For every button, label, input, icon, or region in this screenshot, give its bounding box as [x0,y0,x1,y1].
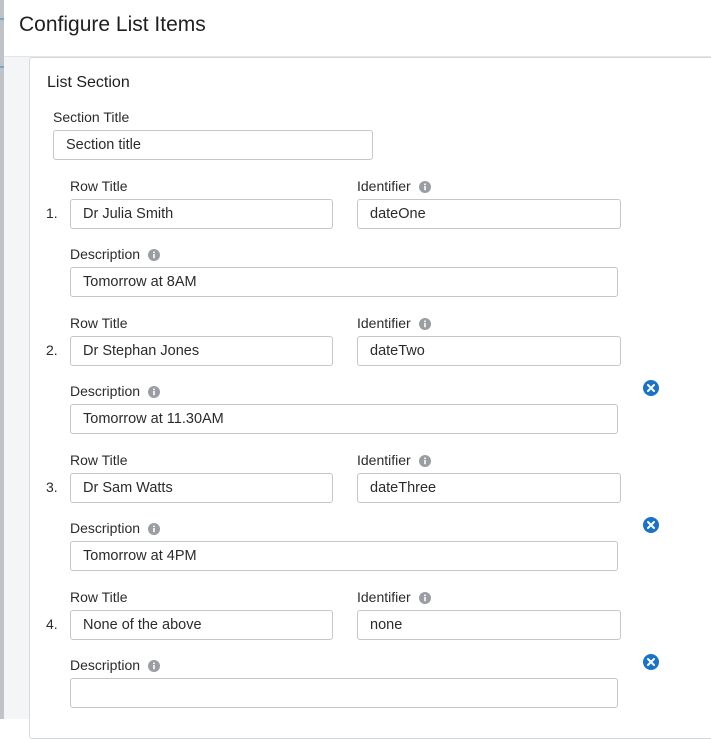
identifier-input[interactable] [357,199,621,229]
description-label-text: Description [70,520,141,536]
info-icon[interactable] [418,317,431,330]
description-label: Description [70,246,161,262]
dialog-header: Configure List Items [4,0,711,57]
section-heading: List Section [47,74,130,91]
info-icon[interactable] [148,522,161,535]
identifier-label-text: Identifier [357,589,411,605]
info-icon[interactable] [148,659,161,672]
description-input[interactable] [70,267,618,297]
section-title-label: Section Title [53,109,130,125]
description-label-text: Description [70,657,141,673]
row-title-label: Row Title [70,178,128,194]
description-input[interactable] [70,404,618,434]
identifier-label: Identifier [357,178,431,194]
remove-row-icon[interactable] [643,517,659,533]
row-title-input[interactable] [70,473,333,503]
identifier-input[interactable] [357,610,621,640]
identifier-label: Identifier [357,315,431,331]
row-number: 3. [46,479,58,495]
info-icon[interactable] [418,454,431,467]
description-input[interactable] [70,541,618,571]
remove-row-icon[interactable] [643,654,659,670]
identifier-label-text: Identifier [357,452,411,468]
description-label-text: Description [70,246,141,262]
row-number: 4. [46,616,58,632]
dialog-body: List Section Section Title Row Title Iden… [4,57,711,739]
identifier-label-text: Identifier [357,315,411,331]
info-icon[interactable] [418,180,431,193]
identifier-label: Identifier [357,452,431,468]
row-number: 2. [46,342,58,358]
row-title-label: Row Title [70,452,128,468]
info-icon[interactable] [148,385,161,398]
page-title: Configure List Items [19,13,206,36]
row-title-label: Row Title [70,589,128,605]
row-title-input[interactable] [70,610,333,640]
description-label: Description [70,383,161,399]
description-label: Description [70,657,161,673]
row-title-label: Row Title [70,315,128,331]
description-input[interactable] [70,678,618,708]
identifier-label-text: Identifier [357,178,411,194]
remove-row-icon[interactable] [643,380,659,396]
info-icon[interactable] [148,248,161,261]
list-section-card: List Section Section Title Row Title Iden… [29,57,711,739]
identifier-label: Identifier [357,589,431,605]
row-title-input[interactable] [70,199,333,229]
row-title-input[interactable] [70,336,333,366]
identifier-input[interactable] [357,473,621,503]
row-number: 1. [46,205,58,221]
section-title-input[interactable] [53,130,373,160]
info-icon[interactable] [418,591,431,604]
identifier-input[interactable] [357,336,621,366]
description-label: Description [70,520,161,536]
description-label-text: Description [70,383,141,399]
